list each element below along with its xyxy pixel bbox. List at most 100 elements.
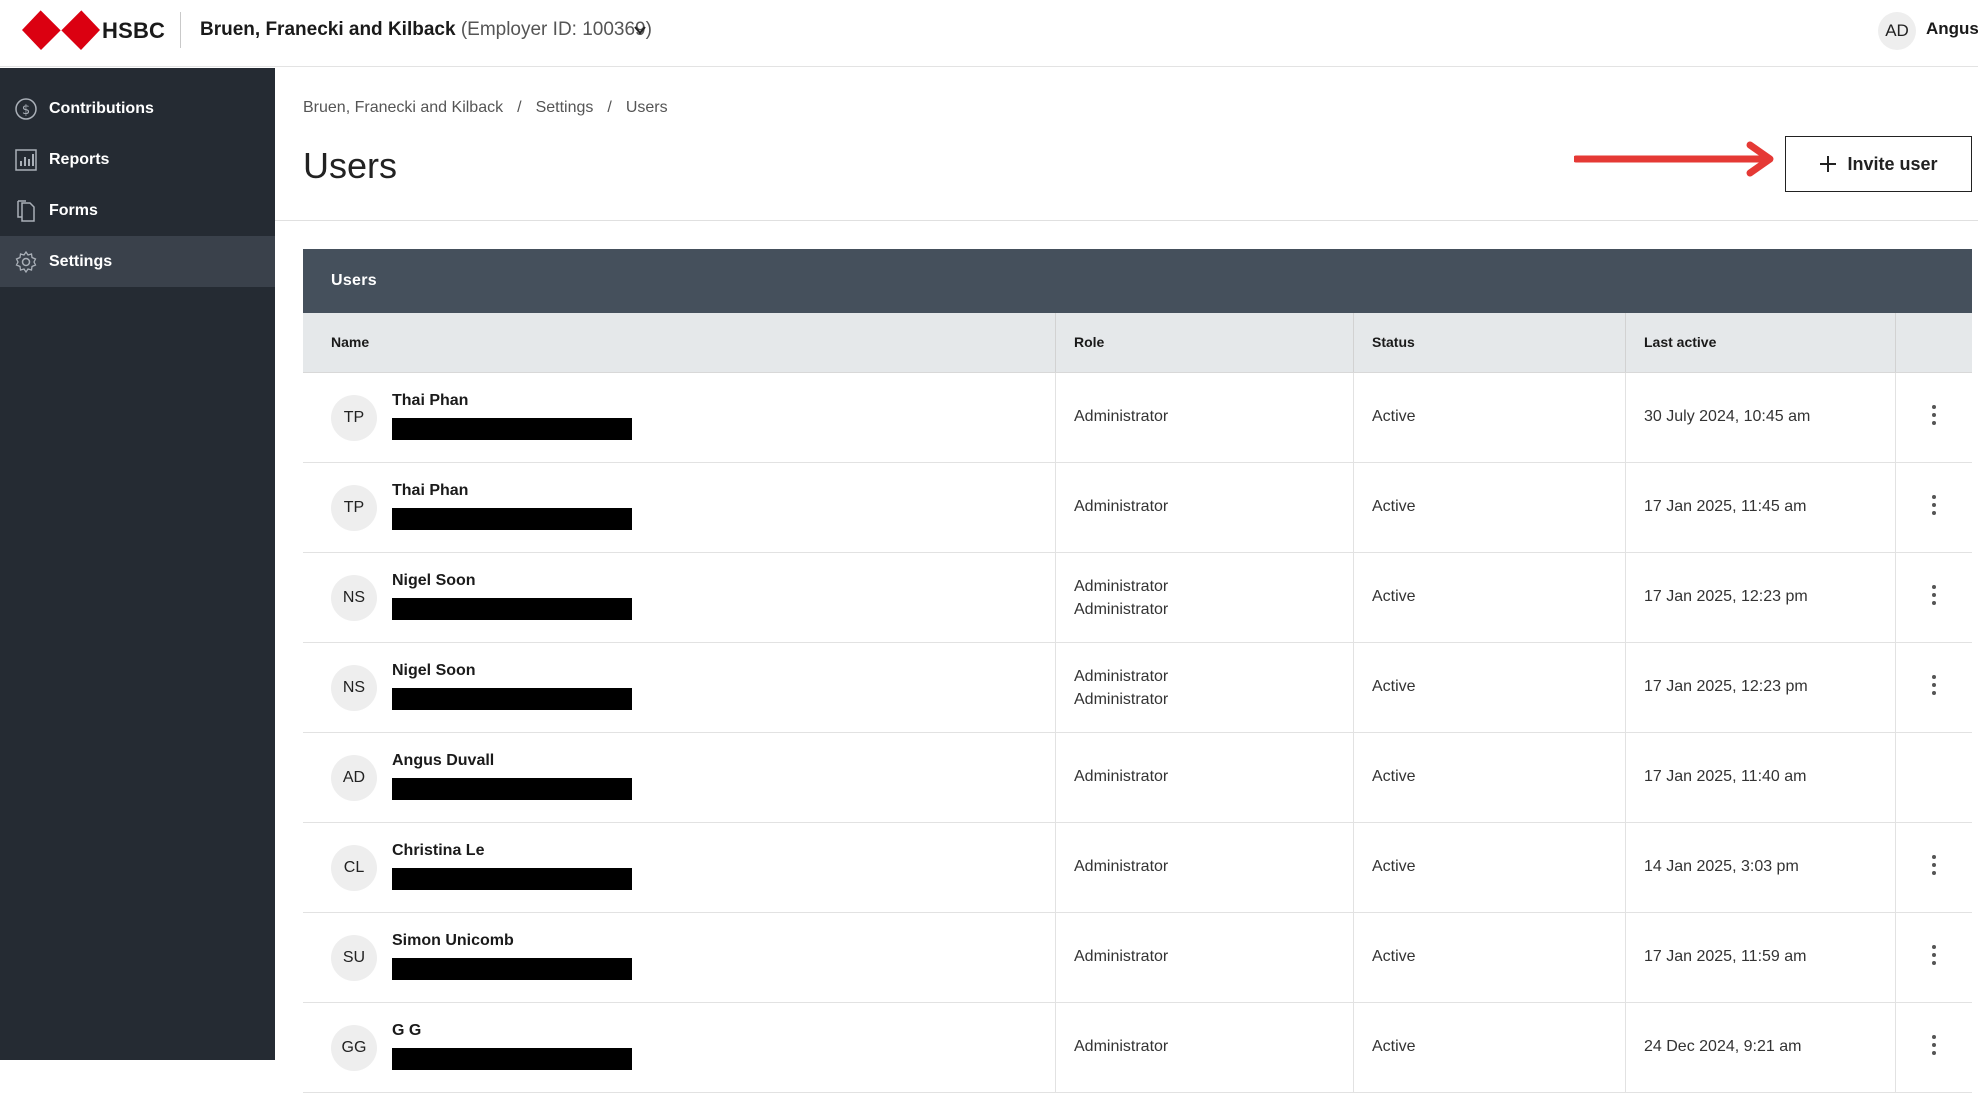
sidebar-item-reports[interactable]: Reports (0, 134, 275, 185)
header-divider (180, 12, 181, 48)
user-name[interactable]: Thai Phan (392, 482, 468, 500)
breadcrumb-link-settings[interactable]: Settings (536, 99, 594, 117)
cell-name: AD Angus Duvall (303, 733, 1056, 822)
more-options-icon[interactable] (1926, 1033, 1942, 1057)
brand-name: HSBC (102, 18, 166, 43)
user-last-active: 17 Jan 2025, 11:59 am (1644, 948, 1807, 965)
user-role: Administrator (1074, 691, 1169, 708)
user-name[interactable]: Angus Duvall (392, 752, 494, 770)
column-header-role[interactable]: Role (1074, 334, 1104, 350)
svg-text:$: $ (22, 103, 30, 118)
plus-icon (1820, 156, 1837, 172)
sidebar-item-contributions[interactable]: $ Contributions (0, 83, 275, 134)
avatar: CL (331, 845, 377, 891)
cell-actions (1896, 373, 1972, 462)
redacted-email (392, 778, 632, 800)
table-body: TP Thai Phan Administrator Active 30 Jul… (303, 373, 1972, 1093)
gear-icon (15, 250, 37, 273)
user-role: Administrator (1074, 601, 1169, 618)
user-last-active: 24 Dec 2024, 9:21 am (1644, 1038, 1802, 1055)
breadcrumb-separator: / (607, 99, 612, 116)
table-row[interactable]: SU Simon Unicomb Administrator Active 17… (303, 913, 1972, 1003)
column-header-last-active[interactable]: Last active (1644, 334, 1716, 350)
breadcrumb: Bruen, Franecki and Kilback / Settings /… (303, 99, 668, 117)
user-avatar[interactable]: AD (1878, 12, 1916, 50)
more-options-icon[interactable] (1926, 673, 1942, 697)
table-row[interactable]: CL Christina Le Administrator Active 14 … (303, 823, 1972, 913)
redacted-email (392, 958, 632, 980)
employer-name: Bruen, Franecki and Kilback (200, 19, 456, 40)
cell-role: Administrator (1056, 733, 1354, 822)
user-name[interactable]: Nigel Soon (392, 572, 476, 590)
user-status: Active (1372, 588, 1416, 605)
table-row[interactable]: AD Angus Duvall Administrator Active 17 … (303, 733, 1972, 823)
cell-role: Administrator Administrator (1056, 553, 1354, 642)
user-last-active: 17 Jan 2025, 12:23 pm (1644, 678, 1808, 695)
user-last-active: 17 Jan 2025, 12:23 pm (1644, 588, 1808, 605)
user-name[interactable]: Simon Unicomb (392, 932, 514, 950)
employer-selector[interactable]: Bruen, Franecki and Kilback (Employer ID… (200, 19, 652, 41)
cell-last-active: 14 Jan 2025, 3:03 pm (1626, 823, 1896, 912)
user-name[interactable]: Thai Phan (392, 392, 468, 410)
table-row[interactable]: TP Thai Phan Administrator Active 30 Jul… (303, 373, 1972, 463)
more-options-icon[interactable] (1926, 583, 1942, 607)
user-role: Administrator (1074, 498, 1169, 515)
more-options-icon[interactable] (1926, 943, 1942, 967)
user-status: Active (1372, 858, 1416, 875)
cell-name: TP Thai Phan (303, 463, 1056, 552)
table-row[interactable]: NS Nigel Soon Administrator Administrato… (303, 643, 1972, 733)
user-name[interactable]: G G (392, 1022, 421, 1040)
cell-actions (1896, 643, 1972, 732)
user-role: Administrator (1074, 1038, 1169, 1055)
redacted-email (392, 508, 632, 530)
cell-role: Administrator Administrator (1056, 643, 1354, 732)
column-header-status[interactable]: Status (1372, 334, 1415, 350)
cell-actions (1896, 463, 1972, 552)
redacted-email (392, 418, 632, 440)
sidebar-item-forms[interactable]: Forms (0, 185, 275, 236)
avatar: NS (331, 575, 377, 621)
column-header-name[interactable]: Name (331, 334, 369, 350)
user-name[interactable]: Angus (1926, 19, 1978, 39)
user-name[interactable]: Nigel Soon (392, 662, 476, 680)
avatar: AD (331, 755, 377, 801)
table-row[interactable]: TP Thai Phan Administrator Active 17 Jan… (303, 463, 1972, 553)
cell-actions (1896, 733, 1972, 822)
breadcrumb-current: Users (625, 99, 668, 116)
more-options-icon[interactable] (1926, 493, 1942, 517)
cell-status: Active (1354, 643, 1626, 732)
users-table: Users Name Role Status Last active TP Th… (303, 249, 1972, 1093)
table-row[interactable]: NS Nigel Soon Administrator Administrato… (303, 553, 1972, 643)
user-role: Administrator (1074, 668, 1169, 685)
user-status: Active (1372, 498, 1416, 515)
cell-name: SU Simon Unicomb (303, 913, 1056, 1002)
cell-role: Administrator (1056, 373, 1354, 462)
more-options-icon[interactable] (1926, 403, 1942, 427)
breadcrumb-separator: / (517, 99, 522, 116)
chevron-down-icon[interactable] (632, 22, 648, 38)
cell-role: Administrator (1056, 463, 1354, 552)
cell-name: GG G G (303, 1003, 1056, 1092)
cell-role: Administrator (1056, 1003, 1354, 1092)
more-options-icon[interactable] (1926, 853, 1942, 877)
invite-user-button[interactable]: Invite user (1785, 136, 1972, 192)
user-status: Active (1372, 1038, 1416, 1055)
user-role: Administrator (1074, 408, 1169, 425)
user-role: Administrator (1074, 948, 1169, 965)
cell-status: Active (1354, 553, 1626, 642)
user-status: Active (1372, 678, 1416, 695)
sidebar-item-label: Forms (49, 201, 98, 219)
sidebar-item-settings[interactable]: Settings (0, 236, 275, 287)
user-name[interactable]: Christina Le (392, 842, 484, 860)
cell-status: Active (1354, 823, 1626, 912)
cell-name: NS Nigel Soon (303, 553, 1056, 642)
breadcrumb-link-employer[interactable]: Bruen, Franecki and Kilback (303, 99, 503, 117)
sidebar-item-label: Settings (49, 252, 113, 270)
cell-last-active: 17 Jan 2025, 12:23 pm (1626, 643, 1896, 732)
cell-last-active: 17 Jan 2025, 12:23 pm (1626, 553, 1896, 642)
cell-last-active: 30 July 2024, 10:45 am (1626, 373, 1896, 462)
table-row[interactable]: GG G G Administrator Active 24 Dec 2024,… (303, 1003, 1972, 1093)
cell-name: CL Christina Le (303, 823, 1056, 912)
cell-actions (1896, 1003, 1972, 1092)
invite-user-label: Invite user (1847, 153, 1938, 174)
